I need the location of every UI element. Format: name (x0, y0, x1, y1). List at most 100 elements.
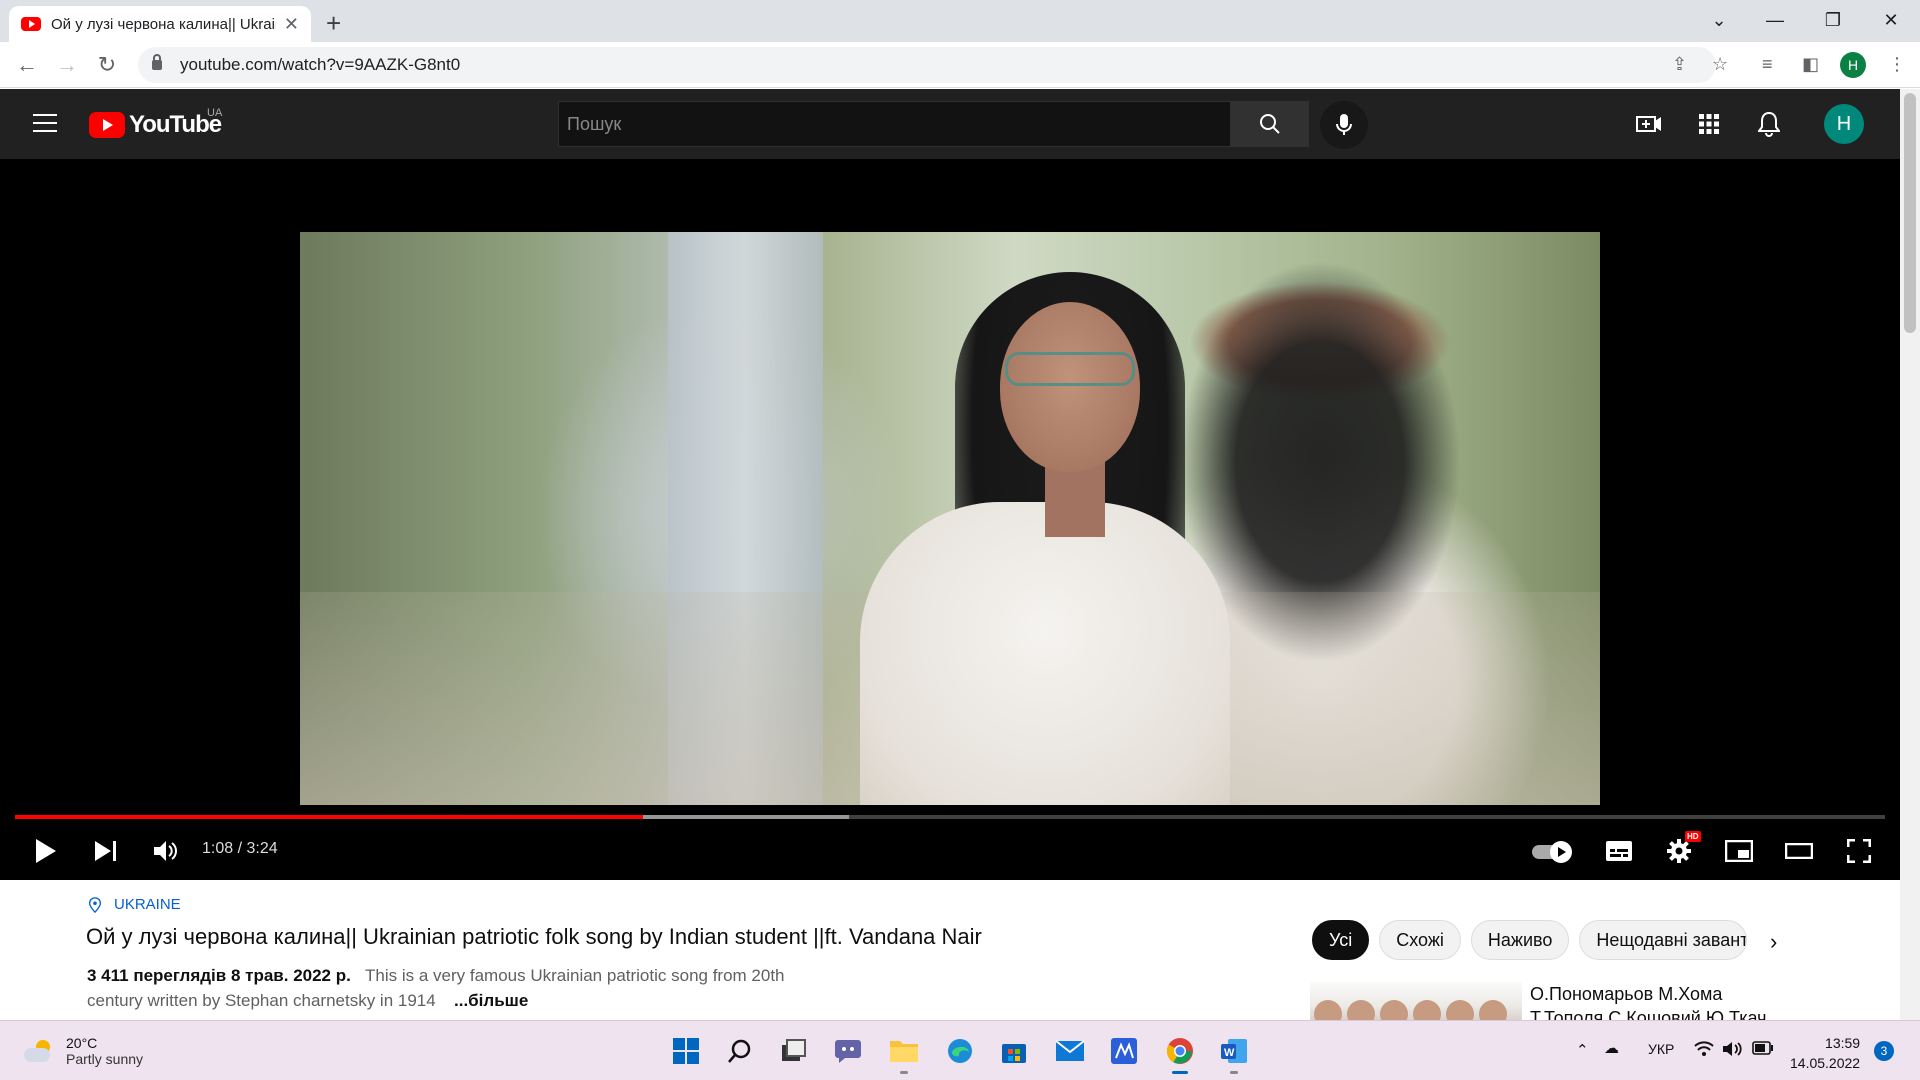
share-icon[interactable]: ⇪ (1672, 54, 1687, 75)
fullscreen-icon (1847, 839, 1871, 863)
browser-menu-icon[interactable]: ⋮ (1888, 54, 1906, 75)
language-indicator[interactable]: УКР (1648, 1041, 1674, 1057)
chip-live[interactable]: Наживо (1470, 920, 1570, 960)
speaker-icon[interactable] (1722, 1041, 1742, 1061)
windows-taskbar: 20°C Partly sunny W ⌃ ☁ УКР 13:59 14.05.… (0, 1020, 1920, 1080)
autoplay-knob-icon (1550, 841, 1572, 863)
new-tab-button[interactable]: + (326, 8, 341, 39)
video-person-glasses (1005, 352, 1135, 386)
recommended-video-thumbnail[interactable] (1310, 982, 1522, 1022)
battery-icon[interactable] (1752, 1041, 1774, 1059)
fullscreen-button[interactable] (1840, 829, 1878, 873)
back-arrow-icon[interactable]: ← (12, 50, 42, 80)
filter-chips: Усі Схожі Наживо Нещодавні завантаження (1312, 920, 1757, 960)
video-player[interactable]: 1:08 / 3:24 HD (0, 159, 1900, 880)
close-window-button[interactable]: ✕ (1862, 0, 1920, 40)
notifications-bell-icon[interactable] (1754, 109, 1784, 139)
windows-start-icon[interactable] (666, 1031, 706, 1071)
clock-time: 13:59 (1825, 1035, 1861, 1051)
scrollbar-thumb[interactable] (1904, 93, 1916, 333)
youtube-play-logo-icon (89, 112, 125, 138)
video-info-area: UKRAINE Ой у лузі червона калина|| Ukrai… (0, 880, 1900, 1022)
notification-count-badge[interactable]: 3 (1874, 1041, 1894, 1061)
hd-badge: HD (1685, 831, 1701, 842)
progress-played (15, 815, 644, 819)
chip-all[interactable]: Усі (1312, 920, 1370, 960)
browser-tab-strip: Ой у лузі червона калина|| Ukrainian pat… (0, 0, 1920, 42)
tab-close-icon[interactable]: ✕ (284, 14, 299, 35)
file-explorer-icon[interactable] (884, 1031, 924, 1074)
weather-widget[interactable]: 20°C Partly sunny (24, 1035, 143, 1067)
youtube-logo[interactable]: YouTube UA (89, 107, 222, 139)
location-pin-icon (88, 896, 102, 913)
search-taskbar-icon[interactable] (720, 1031, 760, 1071)
edge-browser-icon[interactable] (940, 1031, 980, 1071)
apps-grid-icon[interactable] (1694, 109, 1724, 139)
hashtag-label[interactable]: UKRAINE (114, 896, 181, 913)
address-bar[interactable]: youtube.com/watch?v=9AAZK-G8nt0 (138, 47, 1716, 83)
media-queue-icon[interactable]: ≡ (1762, 54, 1773, 75)
word-app-icon[interactable]: W (1214, 1031, 1254, 1074)
miniplayer-icon (1725, 840, 1753, 862)
minimize-button[interactable]: — (1746, 0, 1804, 40)
side-panel-icon[interactable]: ◧ (1802, 54, 1819, 75)
time-display: 1:08 / 3:24 (202, 840, 278, 857)
recommended-video-title[interactable]: О.Пономарьов М.Хома (1530, 984, 1722, 1005)
description-line-1: This is a very famous Ukrainian patrioti… (365, 966, 785, 985)
volume-icon (154, 841, 177, 861)
microsoft-store-icon[interactable] (994, 1031, 1034, 1071)
recommended-video-title-line-2[interactable]: Т.Тополя С.Кошовий Ю.Ткач (1530, 1008, 1770, 1020)
chip-related[interactable]: Схожі (1379, 920, 1461, 960)
system-clock[interactable]: 13:59 14.05.2022 (1790, 1033, 1860, 1073)
show-more-link[interactable]: ...більше (454, 991, 528, 1011)
miniplayer-button[interactable] (1720, 829, 1758, 873)
restore-button[interactable]: ❐ (1804, 0, 1862, 40)
create-video-icon[interactable] (1634, 109, 1664, 139)
onedrive-cloud-icon[interactable]: ☁ (1604, 1039, 1619, 1057)
weather-temperature: 20°C (66, 1035, 98, 1051)
subtitles-button[interactable] (1600, 829, 1638, 873)
autoplay-toggle[interactable] (1532, 841, 1572, 863)
chevron-right-icon[interactable]: › (1770, 929, 1777, 955)
tab-search-icon[interactable]: ⌄ (1690, 0, 1748, 40)
chevron-up-icon[interactable]: ⌃ (1576, 1041, 1589, 1059)
browser-profile-avatar[interactable]: H (1840, 52, 1866, 78)
location-hashtag[interactable]: UKRAINE (88, 896, 181, 913)
user-avatar[interactable]: H (1824, 104, 1864, 144)
youtube-header: YouTube UA H (0, 89, 1900, 159)
wifi-icon[interactable] (1694, 1041, 1714, 1061)
theater-mode-button[interactable] (1780, 829, 1818, 873)
search-box[interactable] (558, 101, 1231, 147)
search-button[interactable] (1231, 101, 1309, 147)
microphone-icon (1336, 114, 1352, 135)
mail-icon[interactable] (1050, 1031, 1090, 1071)
bookmark-star-icon[interactable]: ☆ (1712, 54, 1728, 75)
play-icon (36, 839, 56, 863)
math-app-icon[interactable] (1104, 1031, 1144, 1071)
chrome-browser-icon[interactable] (1160, 1031, 1200, 1074)
reload-icon[interactable]: ↻ (92, 50, 122, 80)
video-frame[interactable] (300, 232, 1600, 805)
chip-recent-uploads[interactable]: Нещодавні завантаження (1579, 920, 1748, 960)
menu-hamburger-icon[interactable] (33, 114, 57, 132)
page-scrollbar[interactable] (1900, 89, 1920, 1020)
play-button[interactable] (28, 829, 64, 873)
next-video-button[interactable] (88, 829, 124, 873)
voice-search-button[interactable] (1320, 101, 1368, 149)
video-title: Ой у лузі червона калина|| Ukrainian pat… (86, 924, 982, 949)
task-view-icon[interactable] (774, 1031, 814, 1071)
browser-tab[interactable]: Ой у лузі червона калина|| Ukrainian pat… (9, 6, 311, 42)
clock-date: 14.05.2022 (1790, 1055, 1861, 1071)
browser-toolbar: ← → ↻ youtube.com/watch?v=9AAZK-G8nt0 (0, 42, 1920, 88)
thumbnail-faces (1314, 1000, 1512, 1022)
lock-icon[interactable] (152, 54, 162, 70)
teams-chat-icon[interactable] (828, 1031, 868, 1071)
volume-button[interactable] (148, 829, 184, 873)
description-line-2: century written by Stephan charnetsky in… (87, 991, 436, 1010)
search-input[interactable] (567, 113, 1230, 135)
url-text[interactable]: youtube.com/watch?v=9AAZK-G8nt0 (180, 55, 460, 75)
region-code: UA (207, 107, 223, 119)
search-icon (1260, 114, 1280, 134)
forward-arrow-icon[interactable]: → (52, 50, 82, 80)
progress-bar[interactable] (15, 815, 1885, 819)
